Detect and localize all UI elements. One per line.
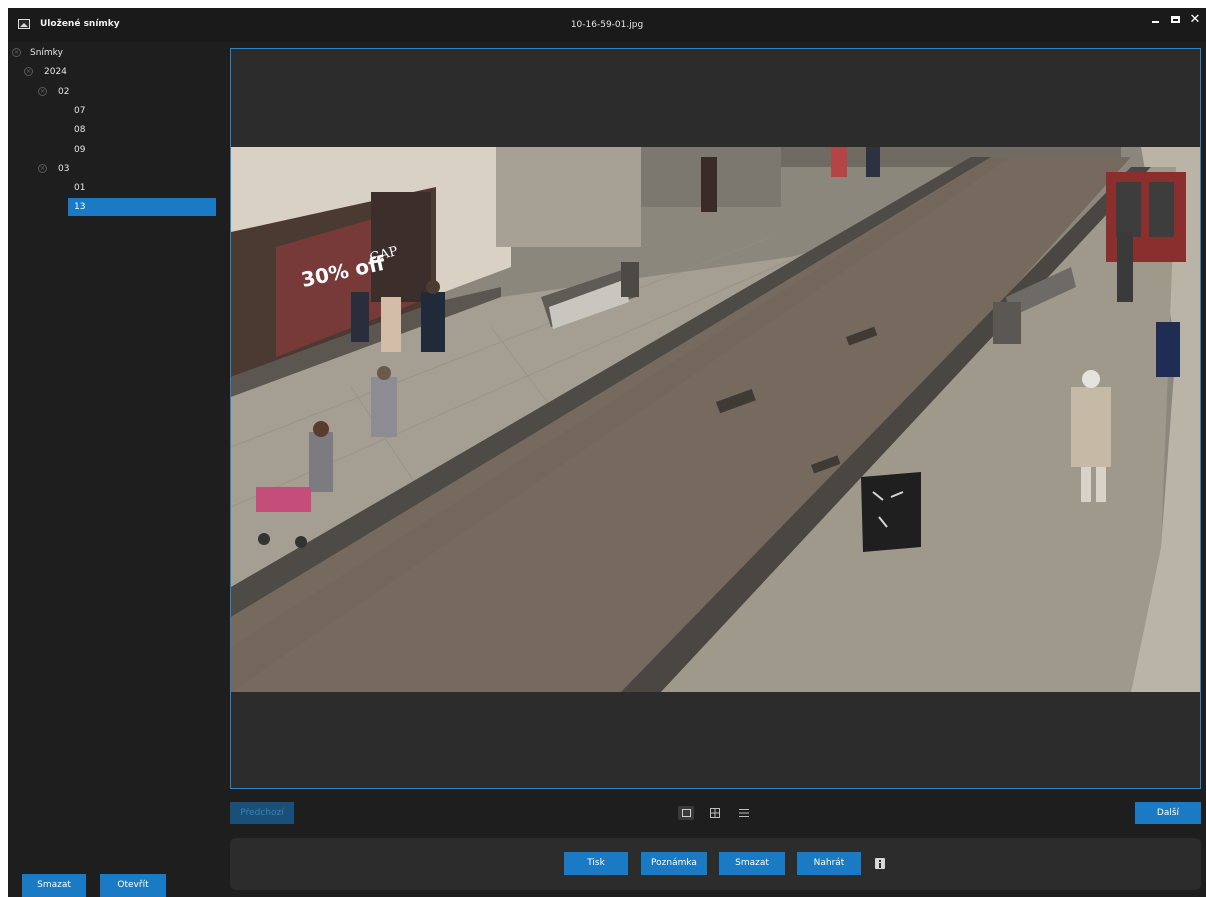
tree-item-08[interactable]: 08: [8, 121, 218, 139]
tree-item-09[interactable]: 09: [8, 141, 218, 159]
tree-item-label: 03: [58, 163, 70, 174]
list-view-icon[interactable]: [736, 806, 752, 820]
tree-item-label: 07: [74, 105, 86, 116]
file-name-title: 10-16-59-01.jpg: [570, 20, 644, 30]
snapshot-image: 30% off GAP: [231, 147, 1200, 692]
next-button[interactable]: Další: [1135, 802, 1201, 824]
tree-item-label: 2024: [44, 67, 67, 78]
tree-item-03[interactable]: × 03: [8, 160, 218, 178]
tree-item-01[interactable]: 01: [8, 179, 218, 197]
title-bar[interactable]: Uložené snímky 10-16-59-01.jpg ✕: [8, 8, 1206, 42]
tree-item-13[interactable]: 13: [68, 198, 216, 217]
close-icon: ✕: [1189, 12, 1201, 27]
tree-item-label: 01: [74, 183, 86, 194]
image-viewer[interactable]: 30% off GAP: [230, 48, 1201, 789]
delete-snapshot-button[interactable]: Smazat: [22, 874, 86, 897]
collapse-icon[interactable]: ×: [38, 163, 47, 173]
snapshot-tree-sidebar: × Snímky × 2024 × 02 07 08 09 × 03 01 13 Smazat Otev…: [8, 42, 218, 897]
grid-view-icon[interactable]: [707, 806, 723, 820]
tree-item-label: 08: [74, 125, 86, 136]
minimize-button[interactable]: [1146, 12, 1164, 28]
minimize-icon: [1151, 21, 1159, 23]
maximize-button[interactable]: [1166, 12, 1184, 28]
previous-button[interactable]: Předchozí: [230, 802, 294, 824]
collapse-icon[interactable]: ×: [24, 67, 33, 77]
action-bar: Tisk Poznámka Smazat Nahrát: [230, 838, 1201, 890]
tree-item-label: Snímky: [30, 48, 63, 58]
upload-button[interactable]: Nahrát: [797, 852, 861, 875]
delete-button[interactable]: Smazat: [719, 852, 785, 875]
info-icon[interactable]: [875, 858, 885, 869]
maximize-icon: [1170, 16, 1180, 23]
app-window: Uložené snímky 10-16-59-01.jpg ✕ × Snímky…: [8, 8, 1206, 897]
open-snapshot-button[interactable]: Otevřít: [100, 874, 166, 897]
print-button[interactable]: Tisk: [564, 852, 628, 875]
single-view-glyph: [682, 809, 691, 817]
tree-item-07[interactable]: 07: [8, 102, 218, 120]
tree-item-label: 09: [74, 144, 86, 155]
tree-item-2024[interactable]: × 2024: [8, 63, 218, 81]
tree-item-02[interactable]: × 02: [8, 83, 218, 101]
single-view-icon[interactable]: [678, 806, 694, 820]
collapse-icon[interactable]: ×: [12, 48, 21, 57]
tree-item-snímky[interactable]: × Snímky: [8, 44, 218, 62]
collapse-icon[interactable]: ×: [38, 86, 47, 96]
note-button[interactable]: Poznámka: [641, 852, 707, 875]
tree-item-label: 13: [74, 202, 86, 213]
tree-item-label: 02: [58, 86, 70, 97]
close-button[interactable]: ✕: [1186, 12, 1204, 28]
